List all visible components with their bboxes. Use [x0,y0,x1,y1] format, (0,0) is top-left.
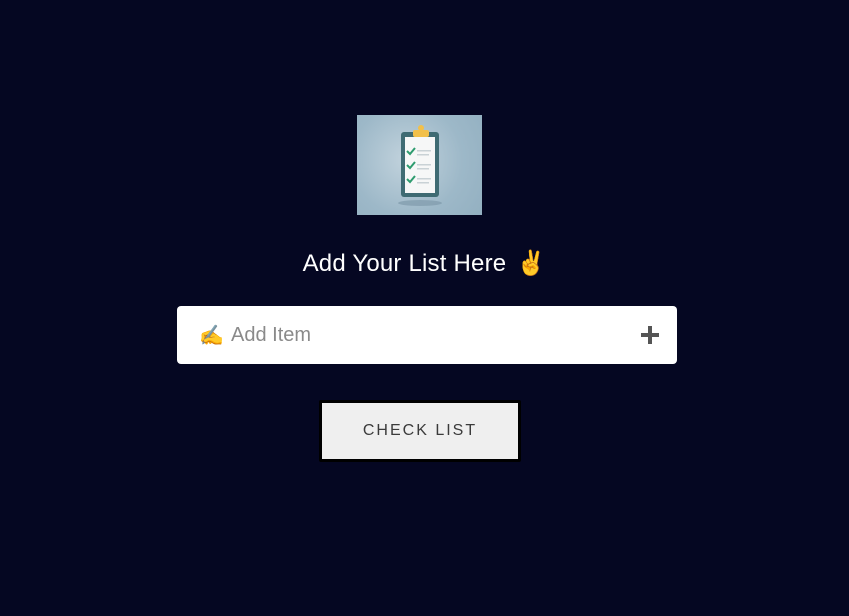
add-item-button[interactable] [637,321,663,349]
add-item-input[interactable] [231,306,631,364]
page-title: Add Your List Here [302,250,507,277]
victory-hand-icon: ✌️ [516,250,547,277]
plus-icon [641,326,659,344]
writing-hand-icon: ✍️ [199,323,224,347]
check-list-button[interactable]: CHECK LIST [319,400,521,462]
clipboard-checklist-icon [357,115,482,215]
page-title-row: Add Your List Here ✌️ [0,246,849,282]
add-item-field: ✍️ [177,306,677,364]
